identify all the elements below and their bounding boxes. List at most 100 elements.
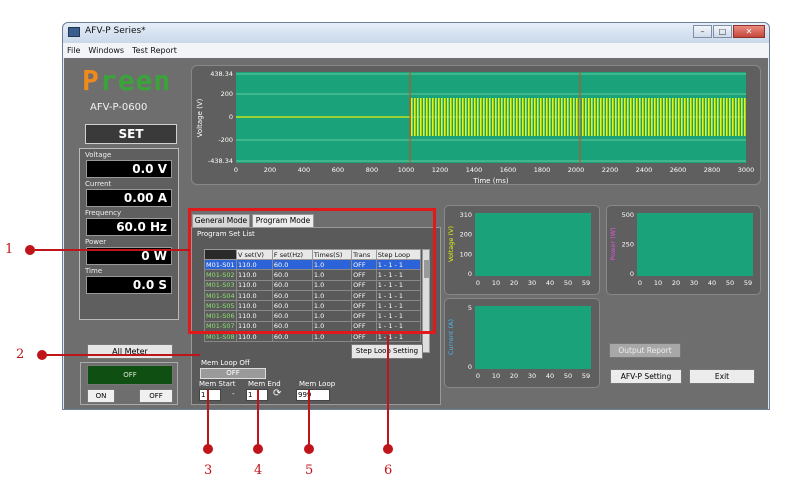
voltage-readout: 0.0 V	[86, 160, 172, 178]
trend-y-tick-label: 310	[460, 211, 472, 219]
sine-wave-band	[410, 98, 746, 136]
trend-x-tick-label: 10	[654, 279, 662, 287]
voltage-y-tick-label: -438.34	[208, 157, 233, 165]
plot-area	[637, 213, 753, 276]
range-dash: -	[232, 390, 235, 398]
callout-number-6: 6	[384, 463, 393, 478]
voltage-trend-chart: Voltage (V) 310 200 100 0 0 10 20 30 40 50 59	[444, 205, 600, 295]
voltage-trend-svg: Voltage (V) 310 200 100 00 10 20 30 40 50 59	[447, 211, 591, 287]
time-readout: 0.0 S	[86, 276, 172, 294]
time-x-tick-label: 600	[332, 166, 344, 174]
voltage-y-tick-label: 200	[221, 90, 233, 98]
output-report-button[interactable]: Output Report	[609, 343, 681, 358]
power-trend-chart: Power (W) 500 250 0 0 10 20 30 40 50 59	[606, 205, 761, 295]
current-label: Current	[85, 180, 112, 188]
menu-windows[interactable]: Windows	[88, 43, 124, 58]
callout-number-1: 1	[5, 242, 14, 257]
callout-number-3: 3	[204, 463, 213, 478]
mem-start-label: Mem Start	[199, 380, 236, 388]
power-trend-svg: Power (W) 500 250 00 10 20 30 40 50 59	[609, 211, 753, 287]
voltage-trend-axis-label: Voltage (V)	[447, 226, 455, 262]
time-x-tick-label: 1200	[432, 166, 449, 174]
maximize-button[interactable]: □	[713, 25, 732, 38]
voltage-label: Voltage	[85, 151, 112, 159]
trend-x-tick-label: 50	[564, 279, 572, 287]
time-x-tick-label: 800	[366, 166, 378, 174]
callout-frame-program-list	[188, 208, 436, 334]
voltage-y-tick-label: 438.34	[210, 70, 233, 78]
menu-file[interactable]: File	[67, 43, 80, 58]
callout-dot-1	[25, 245, 35, 255]
all-meter-button[interactable]: All Meter	[87, 344, 173, 359]
time-x-tick-label: 0	[234, 166, 238, 174]
callout-number-5: 5	[305, 463, 314, 478]
menu-test-report[interactable]: Test Report	[132, 43, 177, 58]
plot-area	[475, 306, 591, 369]
voltage-axis-label: Voltage (V)	[196, 98, 204, 137]
trend-y-tick-label: 500	[622, 211, 634, 219]
trend-x-tick-label: 20	[510, 372, 518, 380]
trend-x-tick-label: 59	[744, 279, 752, 287]
time-x-tick-label: 200	[264, 166, 276, 174]
off-button[interactable]: OFF	[139, 389, 173, 403]
power-label: Power	[85, 238, 107, 246]
trend-x-tick-label: 40	[546, 279, 554, 287]
trend-x-tick-label: 40	[708, 279, 716, 287]
mem-loop-input[interactable]: 999	[296, 389, 330, 401]
close-button[interactable]: ✕	[733, 25, 765, 38]
step-loop-setting-button[interactable]: Step Loop Setting	[351, 344, 423, 359]
voltage-waveform-svg: 438.342000-200-438.34 0 200 400 600 800 1000 1…	[196, 70, 755, 185]
trend-x-tick-label: 10	[492, 372, 500, 380]
time-x-tick-label: 2800	[704, 166, 721, 174]
app-icon	[68, 27, 80, 37]
exit-button[interactable]: Exit	[689, 369, 755, 384]
meter-panel: Voltage 0.0 V Current 0.00 A Frequency 6…	[79, 148, 179, 320]
time-x-tick-label: 3000	[738, 166, 755, 174]
callout-number-4: 4	[254, 463, 263, 478]
time-x-tick-label: 400	[298, 166, 310, 174]
afv-setting-button[interactable]: AFV-P Setting	[610, 369, 682, 384]
mem-loop-toggle[interactable]: OFF	[200, 368, 266, 379]
callout-dot-6	[383, 444, 393, 454]
trend-x-tick-label: 59	[582, 372, 590, 380]
frequency-readout: 60.0 Hz	[86, 218, 172, 236]
time-x-tick-label: 1400	[466, 166, 483, 174]
time-label: Time	[85, 267, 103, 275]
trend-y-tick-label: 5	[468, 304, 472, 312]
time-x-tick-label: 1000	[398, 166, 415, 174]
trend-x-tick-label: 30	[528, 372, 536, 380]
callout-number-2: 2	[16, 347, 25, 362]
minimize-button[interactable]: –	[693, 25, 712, 38]
mem-end-input[interactable]: 1	[246, 389, 268, 401]
trend-x-tick-label: 0	[476, 279, 480, 287]
trend-x-tick-label: 0	[476, 372, 480, 380]
trend-y-tick-label: 0	[630, 270, 634, 278]
mem-start-input[interactable]: 1	[199, 389, 221, 401]
on-button[interactable]: ON	[87, 389, 115, 403]
voltage-waveform-chart: 438.34 200 0 -200 -438.34 0 200 400 600 800 1000 1…	[191, 65, 761, 185]
time-x-tick-label: 2600	[670, 166, 687, 174]
power-trend-axis-label: Power (W)	[609, 227, 617, 260]
time-x-tick-label: 2400	[636, 166, 653, 174]
callout-dot-3	[203, 444, 213, 454]
frequency-label: Frequency	[85, 209, 122, 217]
loop-arrow-icon: ⟳	[273, 388, 282, 399]
time-x-tick-label: 1800	[534, 166, 551, 174]
set-title: SET	[85, 124, 177, 144]
menu-bar: File Windows Test Report	[63, 43, 769, 58]
voltage-y-tick-label: -200	[218, 136, 233, 144]
title-bar: AFV-P Series* – □ ✕	[63, 23, 769, 43]
callout-dot-5	[304, 444, 314, 454]
trend-x-tick-label: 50	[726, 279, 734, 287]
callout-dot-2	[37, 350, 47, 360]
current-trend-axis-label: Current (A)	[447, 319, 455, 355]
trend-y-tick-label: 100	[460, 250, 472, 258]
plot-area	[475, 213, 591, 276]
trend-x-tick-label: 10	[492, 279, 500, 287]
brand-logo-text: Preen	[82, 64, 172, 97]
window-title: AFV-P Series*	[85, 26, 146, 36]
trend-x-tick-label: 30	[528, 279, 536, 287]
callout-dot-4	[253, 444, 263, 454]
trend-x-tick-label: 50	[564, 372, 572, 380]
mem-loop-label: Mem Loop	[299, 380, 336, 388]
